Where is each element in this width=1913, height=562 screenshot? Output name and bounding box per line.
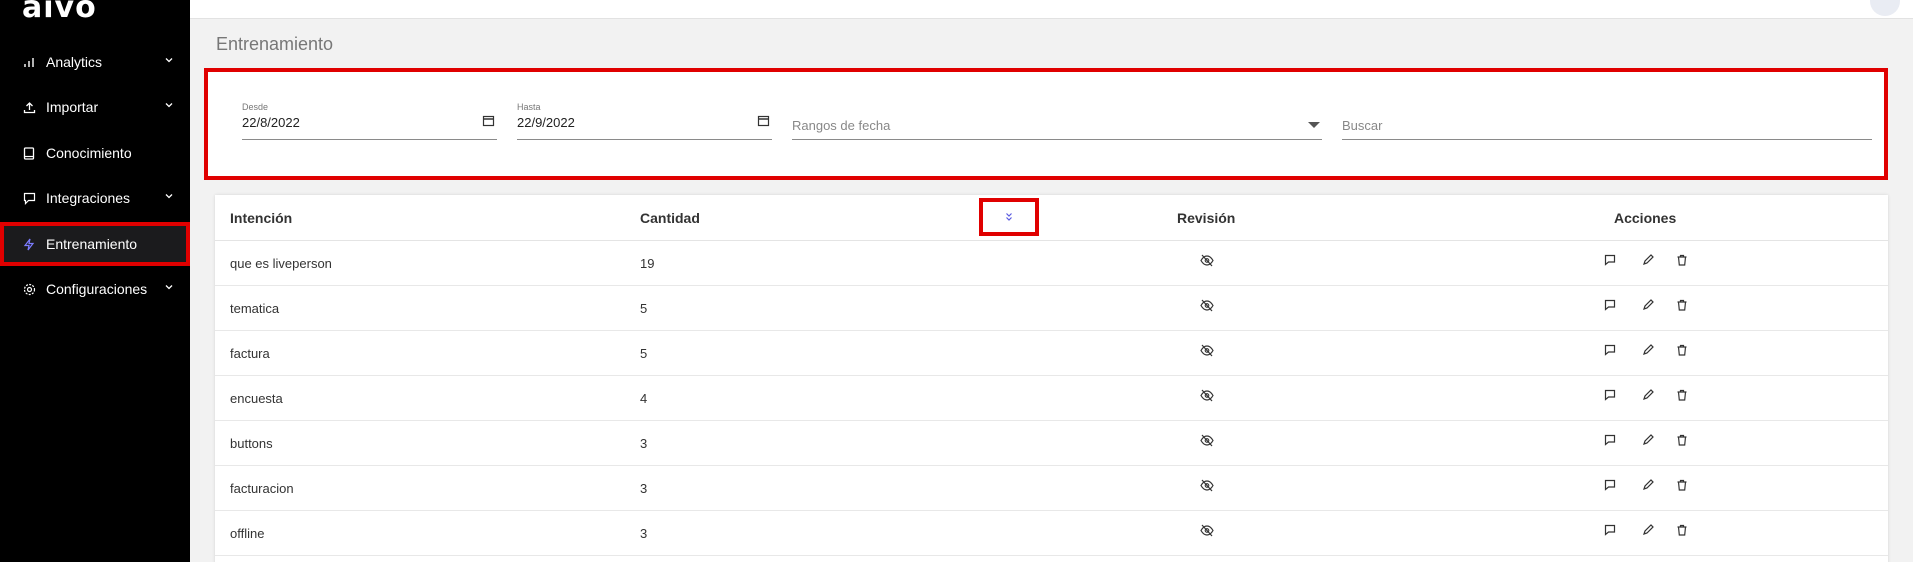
sidebar-item-conocimiento[interactable]: Conocimiento [0, 131, 190, 175]
upload-icon [22, 100, 36, 114]
table-row: tematica 5 [215, 286, 1888, 331]
table-header: Intención Cantidad Revisión Acciones [215, 195, 1888, 241]
trash-icon[interactable] [1676, 299, 1688, 311]
search-input[interactable]: Buscar [1342, 102, 1872, 140]
sidebar-item-configuraciones[interactable]: Configuraciones [0, 267, 190, 311]
eye-off-icon[interactable] [1200, 434, 1214, 447]
hasta-date-field[interactable]: Hasta 22/9/2022 [517, 102, 772, 140]
header-acciones: Acciones [1614, 210, 1677, 226]
sidebar-item-label: Entrenamiento [46, 236, 138, 252]
filter-panel: Desde 22/8/2022 Hasta 22/9/2022 Rangos d… [204, 68, 1888, 180]
eye-off-icon[interactable] [1200, 389, 1214, 402]
chevron-down-icon [164, 55, 174, 65]
chevron-down-icon [164, 100, 174, 110]
double-chevron-down-icon [1004, 212, 1014, 222]
header-cantidad: Cantidad [640, 210, 700, 226]
book-icon [22, 146, 36, 160]
trash-icon[interactable] [1676, 479, 1688, 491]
chat-bubble-icon [22, 191, 36, 205]
desde-label: Desde [242, 102, 269, 112]
top-bar [190, 0, 1913, 19]
intencion-cell: buttons [230, 436, 273, 451]
eye-off-icon[interactable] [1200, 479, 1214, 492]
comment-icon[interactable] [1604, 434, 1616, 446]
sidebar-item-label: Integraciones [46, 190, 131, 206]
sidebar-item-integraciones[interactable]: Integraciones [0, 176, 190, 220]
rangos-placeholder: Rangos de fecha [792, 118, 891, 133]
cantidad-cell: 3 [640, 436, 648, 451]
edit-icon[interactable] [1642, 299, 1654, 311]
sidebar: aivo Analytics Importar Conocimiento Int… [0, 0, 190, 562]
gear-icon [22, 282, 36, 296]
sidebar-item-label: Analytics [46, 54, 103, 70]
sidebar-item-label: Importar [46, 99, 99, 115]
desde-date-field[interactable]: Desde 22/8/2022 [242, 102, 497, 140]
app-logo: aivo [22, 0, 97, 25]
edit-icon[interactable] [1642, 254, 1654, 266]
dropdown-caret-icon [1308, 122, 1320, 128]
comment-icon[interactable] [1604, 299, 1616, 311]
hasta-label: Hasta [517, 102, 541, 112]
intencion-cell: facturacion [230, 481, 294, 496]
sidebar-item-entrenamiento[interactable]: Entrenamiento [0, 222, 190, 266]
sidebar-item-analytics[interactable]: Analytics [0, 40, 190, 84]
trash-icon[interactable] [1676, 434, 1688, 446]
trash-icon[interactable] [1676, 524, 1688, 536]
comment-icon[interactable] [1604, 389, 1616, 401]
sidebar-item-label: Configuraciones [46, 281, 148, 297]
bar-chart-icon [22, 55, 36, 69]
cantidad-cell: 5 [640, 301, 648, 316]
chevron-down-icon [164, 191, 174, 201]
cantidad-cell: 19 [640, 256, 655, 271]
calendar-icon[interactable] [482, 114, 495, 127]
sidebar-item-label: Conocimiento [46, 145, 132, 161]
table-row: factura 5 [215, 331, 1888, 376]
edit-icon[interactable] [1642, 389, 1654, 401]
sort-button[interactable] [979, 198, 1039, 236]
chevron-down-icon [164, 282, 174, 292]
search-placeholder: Buscar [1342, 118, 1383, 133]
comment-icon[interactable] [1604, 254, 1616, 266]
cantidad-cell: 4 [640, 391, 648, 406]
edit-icon[interactable] [1642, 344, 1654, 356]
trash-icon[interactable] [1676, 389, 1688, 401]
comment-icon[interactable] [1604, 344, 1616, 356]
comment-icon[interactable] [1604, 479, 1616, 491]
edit-icon[interactable] [1642, 479, 1654, 491]
intencion-cell: que es liveperson [230, 256, 332, 271]
rangos-de-fecha-select[interactable]: Rangos de fecha [792, 102, 1322, 140]
table-row: que es liveperson 19 [215, 241, 1888, 286]
calendar-icon[interactable] [757, 114, 770, 127]
desde-value: 22/8/2022 [242, 115, 300, 130]
page-title: Entrenamiento [216, 34, 334, 54]
hasta-value: 22/9/2022 [517, 115, 575, 130]
eye-off-icon[interactable] [1200, 299, 1214, 312]
intencion-cell: tematica [230, 301, 280, 316]
eye-off-icon[interactable] [1200, 254, 1214, 267]
sidebar-item-importar[interactable]: Importar [0, 85, 190, 129]
table-row: offline 3 [215, 511, 1888, 556]
intents-table: Intención Cantidad Revisión Acciones que… [215, 195, 1888, 562]
eye-off-icon[interactable] [1200, 524, 1214, 537]
edit-icon[interactable] [1642, 524, 1654, 536]
cantidad-cell: 3 [640, 481, 648, 496]
edit-icon[interactable] [1642, 434, 1654, 446]
table-row: encuesta 4 [215, 376, 1888, 421]
lightning-icon [22, 237, 36, 251]
table-row: buttons 3 [215, 421, 1888, 466]
notification-button[interactable] [1870, 0, 1900, 16]
eye-off-icon[interactable] [1200, 344, 1214, 357]
cantidad-cell: 5 [640, 346, 648, 361]
trash-icon[interactable] [1676, 254, 1688, 266]
intencion-cell: offline [230, 526, 265, 541]
comment-icon[interactable] [1604, 524, 1616, 536]
cantidad-cell: 3 [640, 526, 648, 541]
intencion-cell: factura [230, 346, 270, 361]
header-revision: Revisión [1177, 210, 1236, 226]
header-intencion: Intención [230, 210, 293, 226]
table-row: facturacion 3 [215, 466, 1888, 511]
intencion-cell: encuesta [230, 391, 283, 406]
trash-icon[interactable] [1676, 344, 1688, 356]
